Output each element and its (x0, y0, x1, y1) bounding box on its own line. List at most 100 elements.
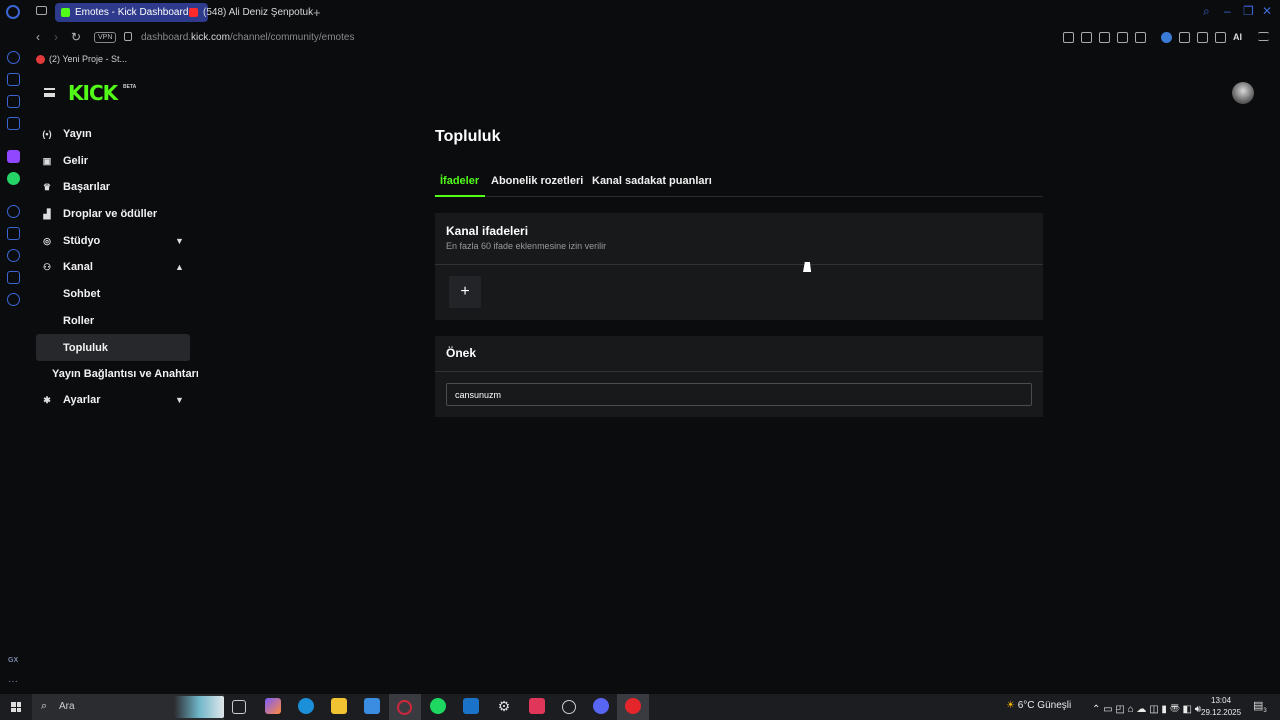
account-icon[interactable] (1197, 32, 1208, 43)
close-button[interactable]: ✕ (1262, 4, 1272, 18)
task-view-icon[interactable] (232, 700, 246, 714)
pocket-icon[interactable] (1099, 32, 1110, 43)
back-button[interactable]: ‹ (36, 30, 40, 44)
aria-icon[interactable] (7, 51, 20, 64)
browser-sidebar: GX ··· (0, 0, 28, 694)
sidebar-item-settings[interactable]: ✱ Ayarlar ▼ (36, 388, 190, 412)
notification-icon[interactable]: ▤3 (1253, 699, 1267, 714)
heart-icon[interactable] (1135, 32, 1146, 43)
new-tab-button[interactable]: + (313, 5, 321, 20)
channel-icon: ⚇ (42, 262, 52, 272)
sidebar-item-roles[interactable]: Roller (36, 309, 190, 333)
clock-app-icon[interactable] (562, 700, 576, 714)
search-highlight-image (174, 696, 224, 718)
download-icon[interactable] (1215, 32, 1226, 43)
red-app-icon[interactable] (625, 698, 641, 714)
more-icon[interactable]: ··· (8, 676, 18, 687)
date-text: 29.12.2025 (1201, 708, 1242, 717)
play-icon[interactable] (1117, 32, 1128, 43)
file-explorer-icon[interactable] (331, 698, 347, 714)
store-icon[interactable] (364, 698, 380, 714)
search-tabs-icon[interactable]: ⌕ (1203, 4, 1210, 19)
avatar[interactable] (1232, 82, 1254, 104)
discord-icon[interactable] (593, 698, 609, 714)
tab-subscriber-badges[interactable]: Abonelik rozetleri (491, 175, 583, 187)
hamburger-menu-icon[interactable] (44, 88, 55, 97)
sidebar-item-drops[interactable]: ▟ Droplar ve ödüller (36, 202, 190, 226)
extensions-puzzle-icon[interactable] (1179, 32, 1190, 43)
tab-menu-icon[interactable] (36, 6, 47, 15)
settings-gear-icon[interactable]: ⚙ (496, 698, 512, 714)
forward-button[interactable]: › (54, 30, 58, 44)
edge-icon[interactable] (298, 698, 314, 714)
add-emote-button[interactable]: + (449, 276, 481, 308)
easy-setup-icon[interactable] (1258, 32, 1269, 41)
restore-button[interactable]: ❐ (1243, 4, 1254, 18)
twitch-icon[interactable] (7, 150, 20, 163)
prefix-input[interactable] (446, 383, 1032, 406)
time-text: 13:04 (1211, 696, 1232, 705)
opera-gx-icon[interactable] (397, 700, 412, 715)
sidebar-item-stream-key[interactable]: Yayın Bağlantısı ve Anahtarı (28, 362, 198, 386)
sidebar-item-revenue[interactable]: ▣ Gelir (36, 149, 190, 173)
extensions-icon[interactable] (7, 73, 20, 86)
tab-emotes[interactable]: İfadeler (440, 175, 479, 187)
player-icon[interactable] (7, 95, 20, 108)
aria-ai-button[interactable]: AI (1233, 32, 1242, 42)
reload-button[interactable]: ↻ (71, 30, 81, 44)
chevron-down-icon[interactable]: ▼ (175, 395, 184, 405)
sidebar-item-channel[interactable]: ⚇ Kanal ▲ (36, 255, 190, 279)
whatsapp-icon[interactable] (7, 172, 20, 185)
minimize-button[interactable]: – (1224, 4, 1231, 18)
weather-widget[interactable]: ☀ 6°C Güneşli (1006, 700, 1071, 711)
outlook-icon[interactable] (463, 698, 479, 714)
bookmark-item[interactable]: (2) Yeni Proje - St... (36, 54, 127, 64)
profile-sync-icon[interactable] (1161, 32, 1172, 43)
tab-title: (548) Ali Deniz Şenpotuk (203, 7, 314, 18)
copilot-icon[interactable] (265, 698, 281, 714)
chevron-down-icon[interactable]: ▼ (175, 236, 184, 246)
gear-icon[interactable] (7, 293, 20, 306)
prefix-card: Önek (435, 336, 1043, 417)
history-icon[interactable] (7, 249, 20, 262)
gift-icon: ▟ (43, 209, 51, 219)
url-field[interactable]: dashboard.kick.com/channel/community/emo… (141, 32, 354, 43)
taskbar-search[interactable]: ⌕ Ara (32, 694, 224, 720)
notification-count: 3 (1263, 708, 1267, 715)
clock[interactable]: 13:04 29.12.2025 (1201, 695, 1241, 719)
pinboard-icon[interactable] (7, 271, 20, 284)
sidebar-item-label: Roller (63, 315, 95, 327)
trophy-icon: ♛ (42, 182, 52, 192)
bookmark-icon[interactable] (1063, 32, 1074, 43)
messenger-icon[interactable] (7, 117, 20, 130)
vpn-badge[interactable]: VPN (94, 32, 117, 43)
sidebar-item-label: Stüdyo (63, 235, 101, 247)
player-circle-icon[interactable] (7, 205, 20, 218)
sidebar-item-chat[interactable]: Sohbet (36, 282, 190, 306)
sidebar-item-label: Kanal (63, 261, 93, 273)
tray-icons[interactable]: ⌃ ▭ ◰ ⌂ ☁ ◫ ▮ 〠 ◧ 🔊︎ (1092, 700, 1201, 715)
search-placeholder: Ara (59, 701, 75, 712)
kick-logo[interactable]: KICK (68, 81, 118, 105)
sidebar-item-studio[interactable]: ◎ Stüdyo ▼ (36, 229, 190, 253)
sidebar-item-achievements[interactable]: ♛ Başarılar (36, 175, 190, 199)
sidebar-item-broadcast[interactable]: (•) Yayın (36, 122, 190, 146)
tab-youtube[interactable]: (548) Ali Deniz Şenpotuk (183, 3, 328, 22)
chevron-up-icon[interactable]: ▲ (175, 262, 184, 272)
opera-logo-icon[interactable] (6, 5, 20, 19)
sidebar-item-label: Başarılar (63, 181, 111, 193)
spotify-icon[interactable] (430, 698, 446, 714)
kick-favicon-icon (61, 8, 70, 17)
snapshot-icon[interactable] (1081, 32, 1092, 43)
lock-icon[interactable] (124, 32, 132, 41)
app-icon[interactable] (529, 698, 545, 714)
prefix-card-title: Önek (446, 346, 477, 360)
broadcast-icon: (•) (42, 129, 52, 139)
sidebar-item-community[interactable]: Topluluk (36, 334, 190, 361)
wallet-icon[interactable] (7, 227, 20, 240)
tab-loyalty-points[interactable]: Kanal sadakat puanları (592, 175, 712, 187)
windows-start-icon[interactable] (11, 702, 21, 712)
sun-icon: ☀ (1006, 700, 1015, 711)
sidebar-item-label: Gelir (63, 155, 89, 167)
sidebar-item-label: Yayın (63, 128, 92, 140)
